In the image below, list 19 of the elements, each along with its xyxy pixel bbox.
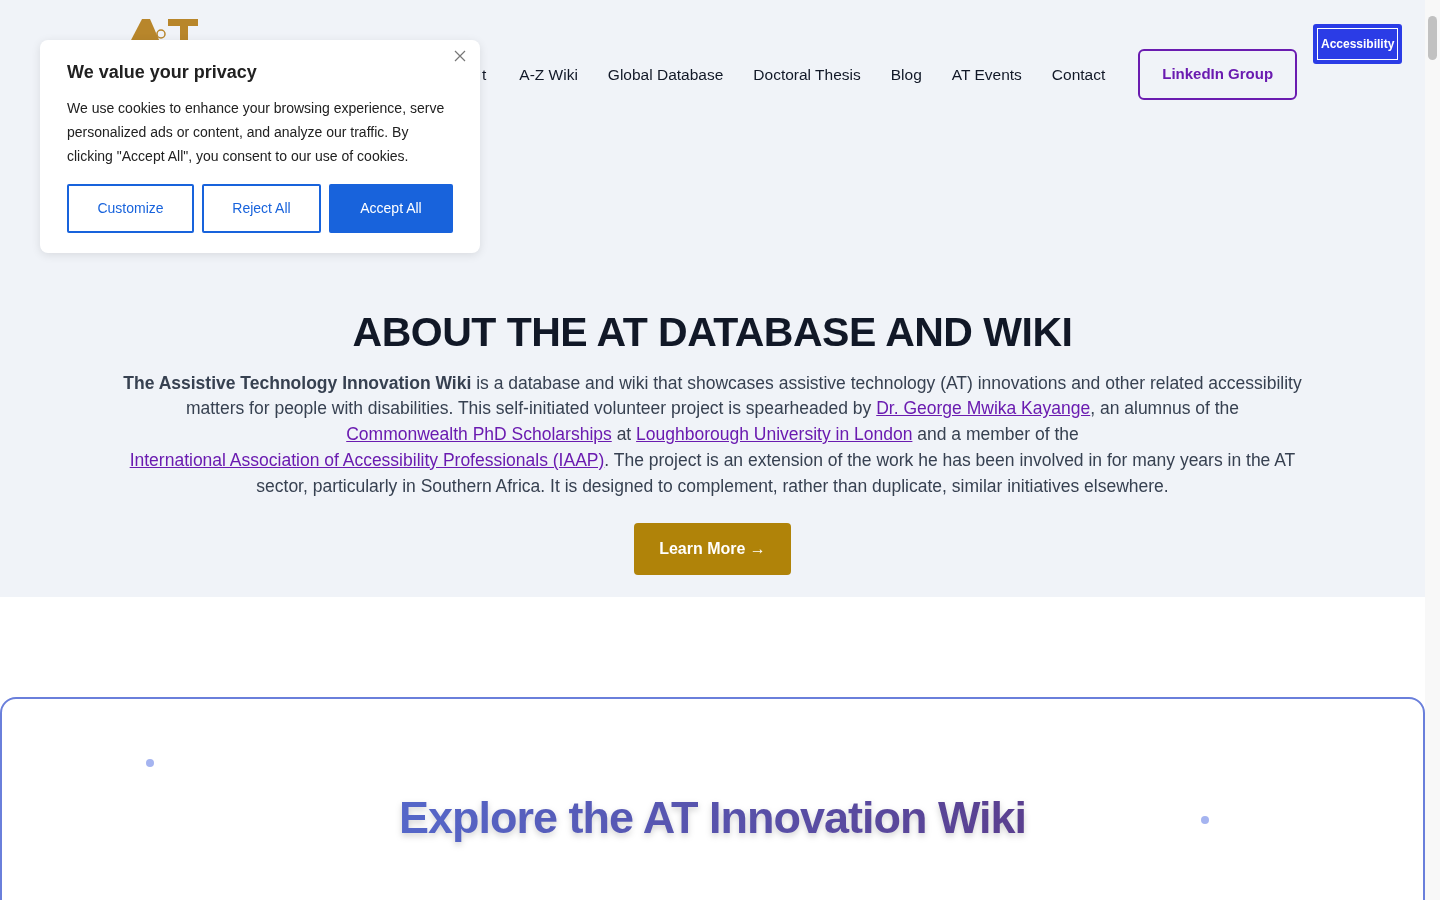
inline-link[interactable]: Dr. George Mwika Kayange [876, 398, 1091, 419]
nav-link[interactable]: Contact [1036, 62, 1121, 86]
dialog-button[interactable]: Accept All [329, 183, 453, 233]
inline-link[interactable]: International Association of Accessibility Professionals (IAAP) [129, 449, 605, 470]
nav-link[interactable]: AT Events [936, 62, 1037, 86]
accessibility-button[interactable]: Accessibility [1313, 24, 1403, 64]
dialog-title: We value your privacy [67, 62, 258, 84]
dialog-button[interactable]: Customize [67, 183, 194, 233]
about-paragraph: The Assistive Technology Innovation Wiki is a database and wiki that showcases assistive technology (AT) innovations and other related accessibility matters for people with disabilities. This self-initiated volunteer project is spearheaded by Dr. George Mwika Kayange, an alumnus of the Commonwealth PhD Scholarships at Loughborough University in London and a member of the International Association of Accessibility Professionals (IAAP). The project is an extension of the work he has been involved in for many years in the AT sector, particularly in Southern Africa. It is designed to complement, rather than duplicate, similar initiatives elsewhere. [122, 371, 1303, 498]
inline-link[interactable]: Commonwealth PhD Scholarships [346, 424, 612, 445]
inline-link[interactable]: Loughborough University in London [636, 424, 913, 445]
nav-link[interactable]: Doctoral Thesis [738, 62, 876, 86]
nav-link[interactable]: A-Z Wiki [504, 62, 593, 86]
nav-link[interactable]: Blog [875, 62, 937, 86]
dialog-button[interactable]: Reject All [202, 183, 321, 233]
nav-link[interactable]: Global Database [592, 62, 739, 86]
linkedin-group-button[interactable]: LinkedIn Group [1138, 49, 1298, 100]
dialog-text: We use cookies to enhance your browsing experience, serve personalized ads or content, and analyze our traffic. By clicking "Accept All", you consent to our use of cookies. [67, 98, 446, 166]
section-heading: ABOUT THE AT DATABASE AND WIKI [351, 307, 1074, 357]
